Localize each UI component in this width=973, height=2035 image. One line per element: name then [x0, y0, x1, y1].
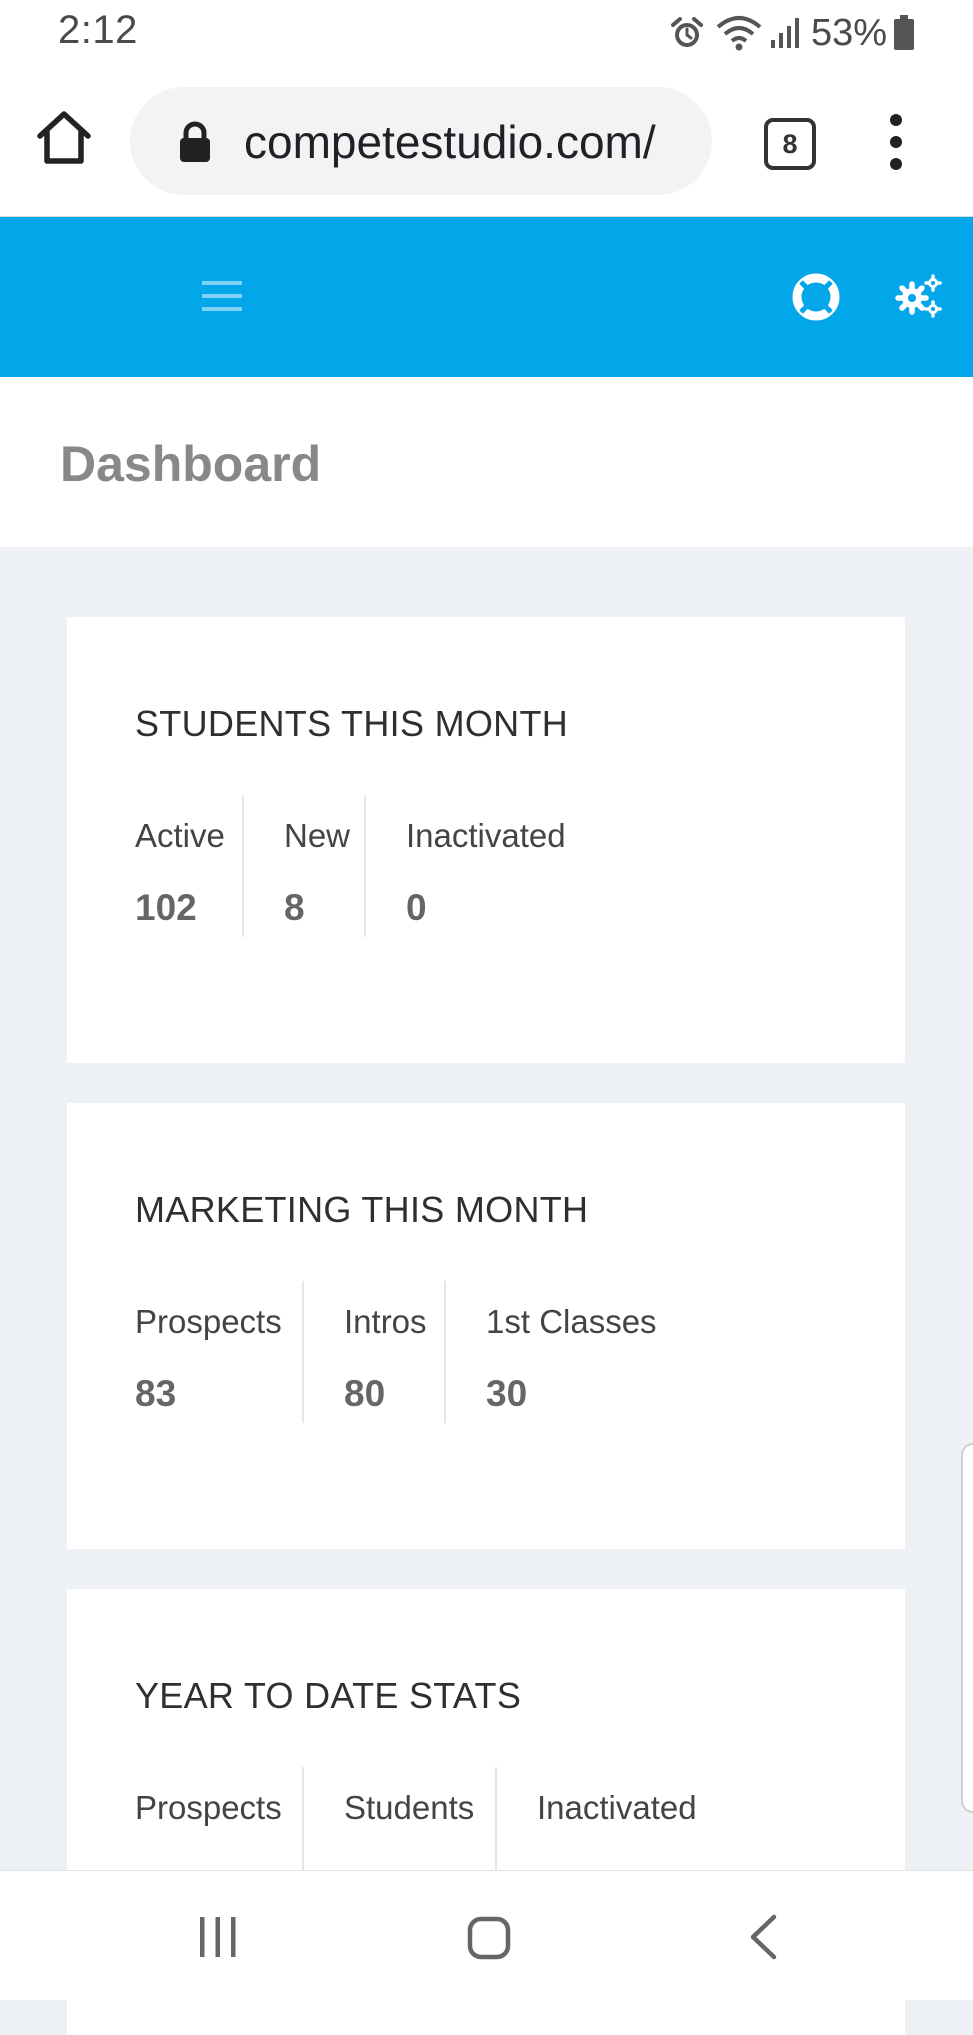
stat-value: 80 — [344, 1373, 386, 1414]
stat-value: 102 — [135, 887, 197, 928]
students-this-month-card: STUDENTS THIS MONTH Active 102 New 8 Ina… — [67, 617, 905, 1063]
stat-value: 0 — [406, 887, 427, 928]
system-nav-bar — [0, 1870, 973, 2000]
card-title: MARKETING THIS MONTH — [135, 1189, 589, 1230]
card-title: STUDENTS THIS MONTH — [135, 703, 569, 744]
tab-switcher-button[interactable]: 8 — [764, 118, 816, 170]
stat-value: 8 — [284, 887, 305, 928]
app-header — [0, 217, 973, 377]
recent-apps-icon[interactable] — [196, 1915, 240, 1959]
stat-intros: Intros 80 — [302, 1281, 446, 1423]
stat-active: Active 102 — [135, 795, 242, 937]
stat-label: Prospects — [135, 1303, 282, 1340]
status-time: 2:12 — [58, 8, 138, 52]
stat-inactivated: Inactivated 0 — [364, 795, 606, 937]
stat-label: Intros — [344, 1303, 427, 1340]
signal-icon — [770, 18, 799, 48]
overflow-menu-icon[interactable] — [876, 110, 916, 174]
battery-percent: 53% — [810, 11, 887, 54]
battery-icon — [894, 15, 914, 50]
marketing-this-month-card: MARKETING THIS MONTH Prospects 83 Intros… — [67, 1103, 905, 1549]
stat-label: Prospects — [135, 1789, 282, 1826]
lock-icon — [180, 121, 210, 162]
stat-new: New 8 — [242, 795, 366, 937]
stat-label: 1st Classes — [486, 1303, 657, 1340]
status-bar: 2:12 53% — [0, 0, 973, 66]
stat-1st-classes: 1st Classes 30 — [444, 1281, 686, 1423]
gears-icon[interactable] — [894, 271, 944, 321]
stat-label: Inactivated — [537, 1789, 697, 1826]
stat-label: New — [284, 817, 351, 854]
status-icons: 53% — [669, 10, 915, 56]
address-bar[interactable]: competestudio.com/ — [130, 87, 712, 195]
card-title: YEAR TO DATE STATS — [135, 1675, 522, 1716]
alarm-icon — [670, 17, 703, 47]
page-title: Dashboard — [60, 436, 322, 492]
stat-label: Inactivated — [406, 817, 566, 854]
stat-prospects: Prospects 83 — [135, 1281, 302, 1423]
stat-label: Students — [344, 1789, 475, 1826]
stat-label: Active — [135, 817, 225, 854]
url-text[interactable]: competestudio.com/ — [244, 115, 699, 169]
home-icon[interactable] — [32, 106, 96, 170]
back-icon[interactable] — [746, 1913, 780, 1961]
stat-value: 83 — [135, 1373, 177, 1414]
scroll-indicator[interactable] — [961, 1443, 973, 1813]
hamburger-menu-icon[interactable] — [202, 279, 242, 313]
tab-count: 8 — [782, 129, 798, 159]
page-title-area: Dashboard — [0, 377, 973, 547]
lifebuoy-icon[interactable] — [792, 273, 840, 321]
home-icon[interactable] — [466, 1915, 512, 1961]
wifi-icon — [716, 16, 762, 51]
stat-value: 30 — [486, 1373, 528, 1414]
browser-toolbar: competestudio.com/ 8 — [0, 66, 973, 217]
